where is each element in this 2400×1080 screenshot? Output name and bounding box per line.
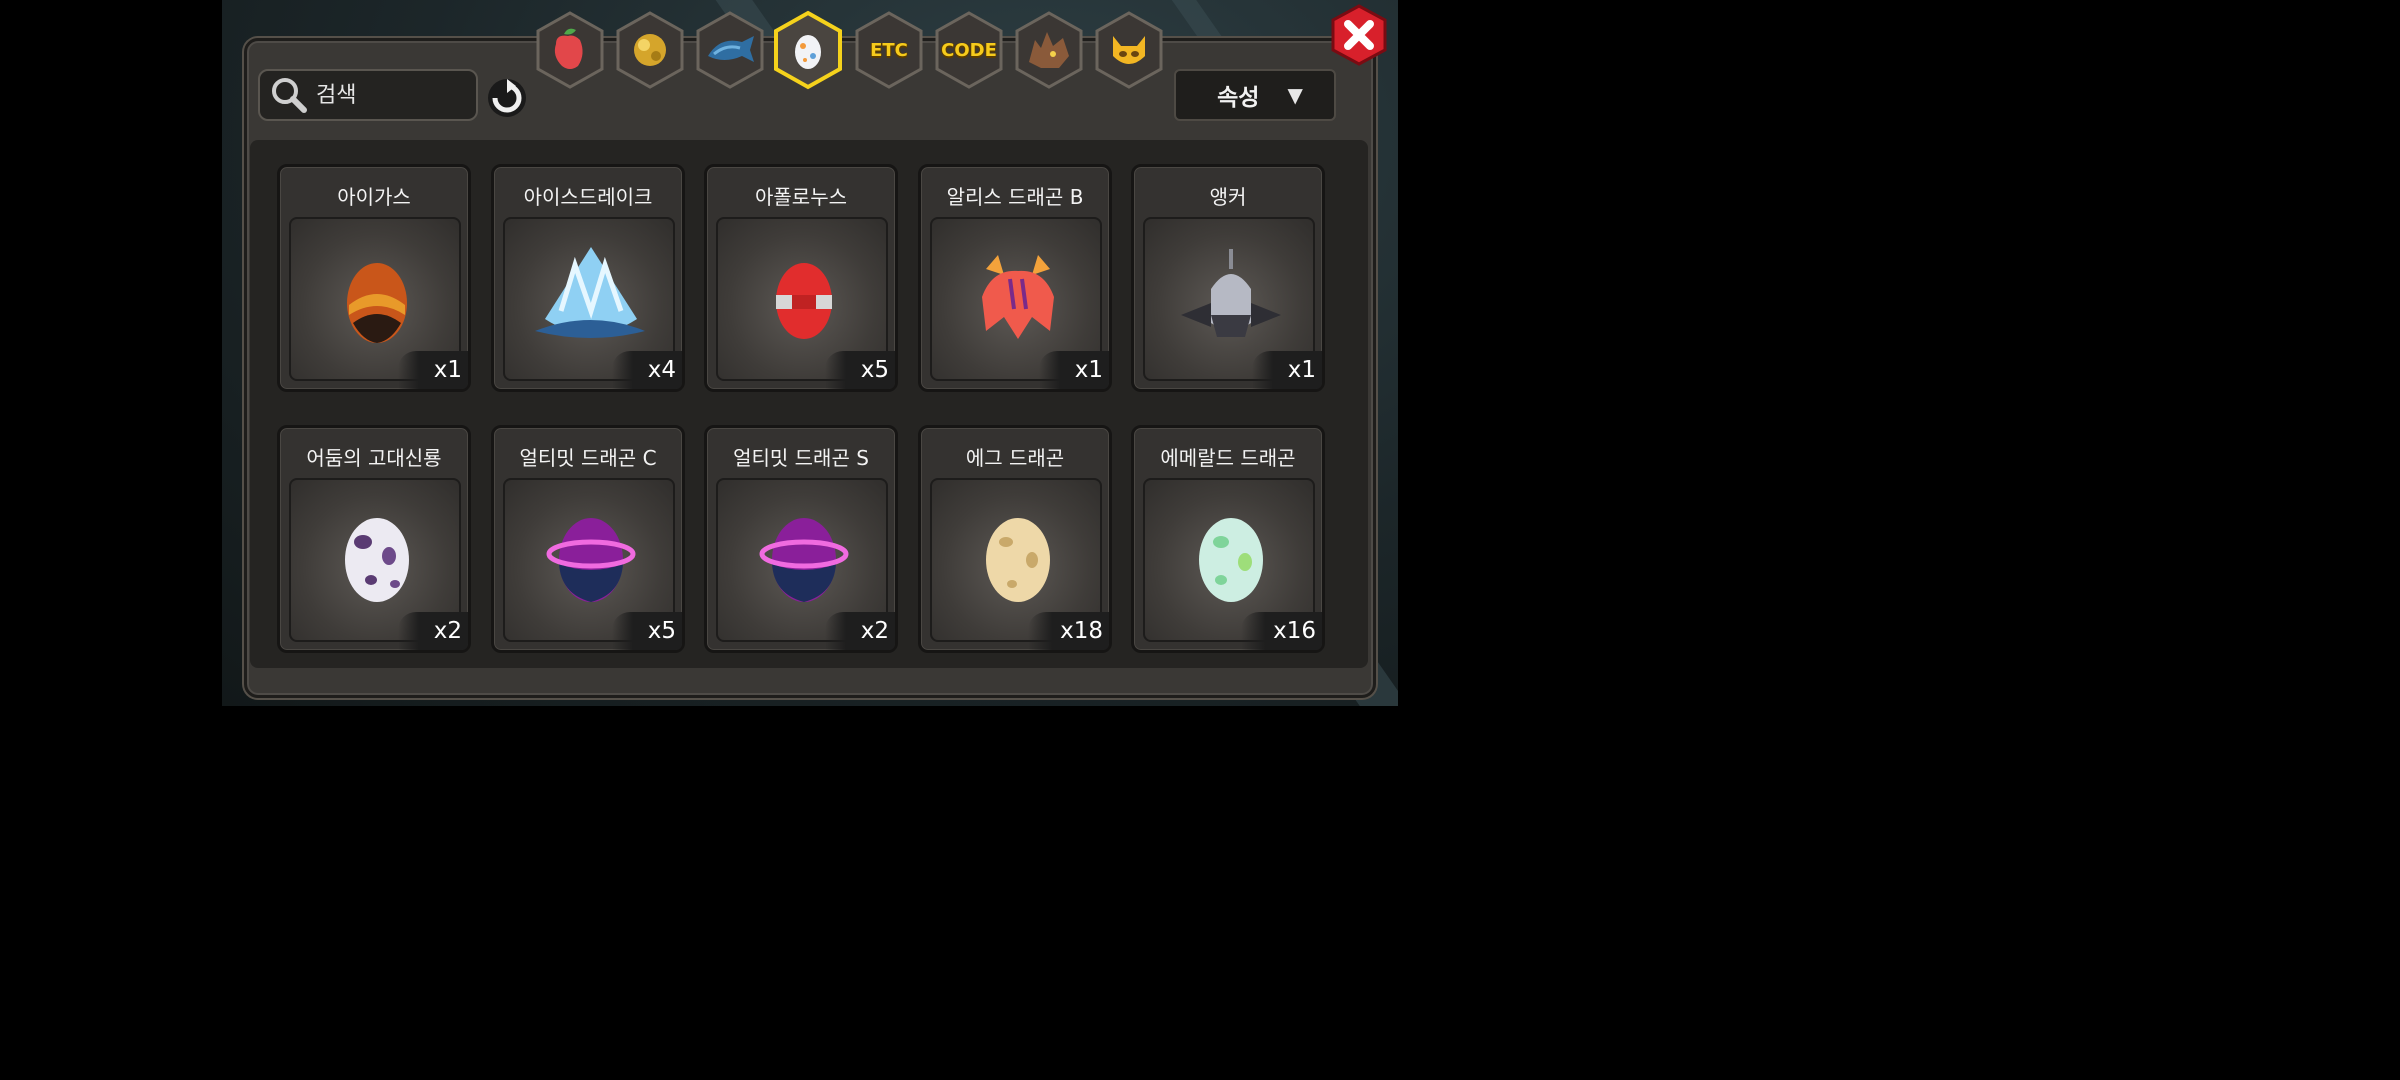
item-card[interactable]: 앵커 x1	[1131, 164, 1325, 392]
item-name: 어둠의 고대신룡	[306, 446, 442, 470]
tab-etc[interactable]: ETC	[853, 10, 925, 90]
refresh-icon[interactable]	[486, 77, 528, 119]
item-card[interactable]: 알리스 드래곤 B x1	[918, 164, 1112, 392]
egg-icon	[795, 35, 821, 69]
sort-dropdown[interactable]: 속성 ▼	[1174, 69, 1336, 121]
tab-fish[interactable]	[694, 10, 766, 90]
item-name: 아이스드레이크	[523, 185, 653, 209]
item-quantity: x4	[612, 351, 682, 389]
item-card[interactable]: 아폴로누스 x5	[704, 164, 898, 392]
search-box[interactable]	[258, 69, 478, 121]
item-name: 얼티밋 드래곤 C	[519, 446, 657, 470]
item-card[interactable]: 아이가스 x1	[277, 164, 471, 392]
tab-face[interactable]	[1093, 10, 1165, 90]
tab-dragon[interactable]	[1013, 10, 1085, 90]
gold-nugget-icon	[634, 34, 666, 66]
item-name: 알리스 드래곤 B	[946, 185, 1084, 209]
tab-code-label: CODE	[941, 39, 997, 61]
item-name: 앵커	[1209, 185, 1247, 209]
sort-label: 속성	[1217, 85, 1260, 111]
tab-gold[interactable]	[614, 10, 686, 90]
item-quantity: x18	[1028, 612, 1109, 650]
search-icon	[272, 78, 307, 113]
tab-code[interactable]: CODE	[933, 10, 1005, 90]
item-quantity: x16	[1241, 612, 1322, 650]
tab-etc-label: ETC	[870, 39, 908, 61]
item-card[interactable]: 에메랄드 드래곤 x16	[1131, 425, 1325, 653]
tab-fruit[interactable]	[534, 10, 606, 90]
item-quantity: x1	[1252, 351, 1322, 389]
item-name: 얼티밋 드래곤 S	[733, 446, 869, 470]
item-name: 아폴로누스	[755, 185, 847, 209]
item-quantity: x5	[825, 351, 895, 389]
item-name: 에메랄드 드래곤	[1160, 446, 1296, 470]
item-card[interactable]: 아이스드레이크 x4	[491, 164, 685, 392]
item-card[interactable]: 얼티밋 드래곤 C x5	[491, 425, 685, 653]
item-card[interactable]: 어둠의 고대신룡 x2	[277, 425, 471, 653]
item-name: 에그 드래곤	[965, 446, 1065, 470]
tab-egg[interactable]	[772, 10, 844, 90]
search-input[interactable]	[314, 81, 468, 109]
item-quantity: x2	[825, 612, 895, 650]
item-quantity: x2	[398, 612, 468, 650]
item-card[interactable]: 얼티밋 드래곤 S x2	[704, 425, 898, 653]
item-quantity: x5	[612, 612, 682, 650]
item-name: 아이가스	[337, 185, 411, 209]
item-card[interactable]: 에그 드래곤 x18	[918, 425, 1112, 653]
item-quantity: x1	[398, 351, 468, 389]
item-quantity: x1	[1039, 351, 1109, 389]
chevron-down-icon: ▼	[1287, 83, 1303, 107]
close-icon[interactable]	[1330, 4, 1388, 66]
